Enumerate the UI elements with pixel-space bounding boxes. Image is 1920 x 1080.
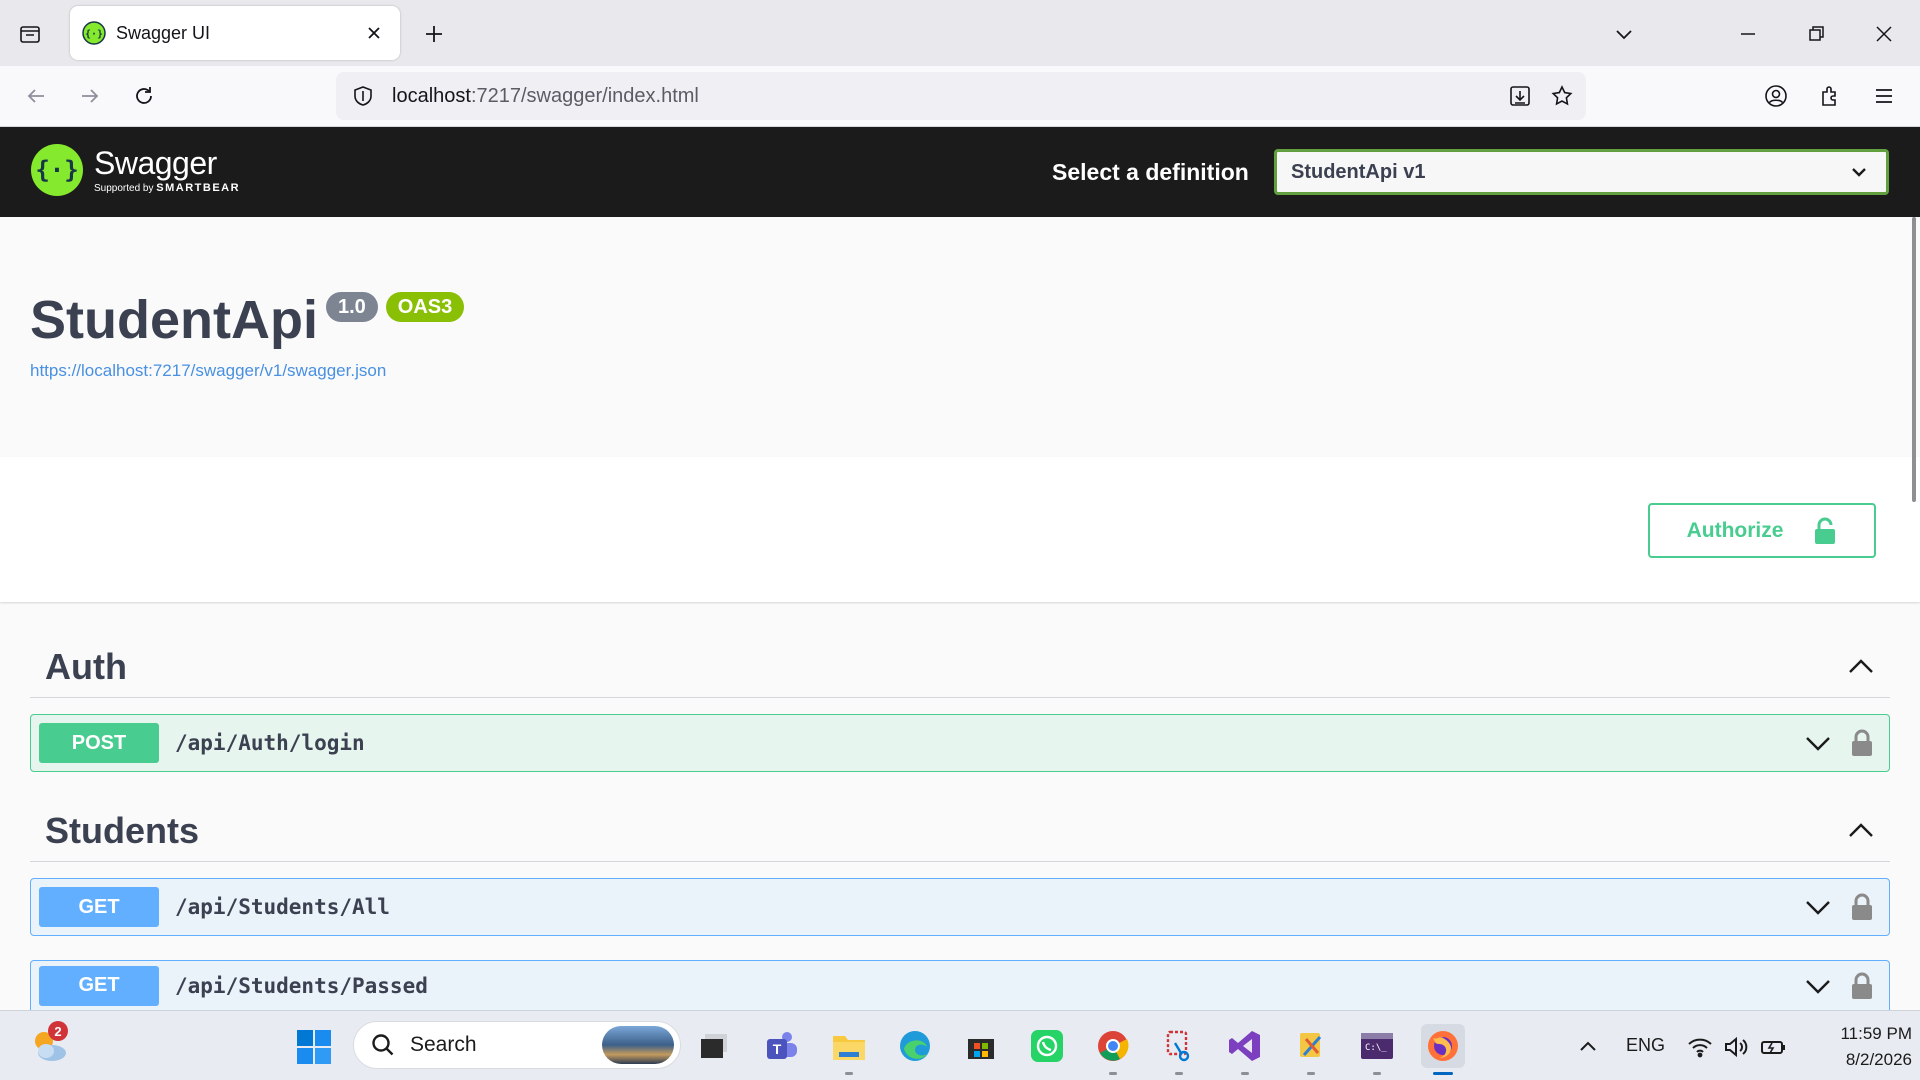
back-icon[interactable] <box>18 78 54 114</box>
tab-title: Swagger UI <box>116 22 211 43</box>
notification-badge: 2 <box>48 1021 68 1041</box>
unlock-icon <box>1815 517 1836 544</box>
api-title: StudentApi <box>30 290 318 350</box>
svg-text:C:\_: C:\_ <box>1365 1043 1387 1053</box>
operation-path: /api/Students/Passed <box>175 973 428 998</box>
paint-tool-icon[interactable] <box>1289 1024 1333 1075</box>
volume-icon[interactable] <box>1722 1033 1750 1061</box>
task-view-icon[interactable] <box>692 1024 736 1068</box>
definition-label: Select a definition <box>1052 159 1249 185</box>
tab-list-icon[interactable] <box>14 18 46 50</box>
visual-studio-icon[interactable] <box>1223 1024 1267 1075</box>
tag-name: Students <box>45 809 200 851</box>
method-badge: POST <box>39 723 159 763</box>
tag-name: Auth <box>45 645 127 687</box>
terminal-icon[interactable]: C:\_ <box>1355 1024 1399 1075</box>
browser-tab-swagger[interactable]: {·} Swagger UI <box>70 6 400 60</box>
reload-icon[interactable] <box>126 78 162 114</box>
tab-overflow-chevron-icon[interactable] <box>1608 18 1640 50</box>
svg-text:{·}: {·} <box>85 29 103 40</box>
tag-header-students[interactable]: Students <box>30 800 1890 862</box>
browser-nav-bar: localhost:7217/swagger/index.html <box>0 66 1920 127</box>
smartbear-brand: SMARTBEAR <box>156 182 241 194</box>
tracking-shield-icon[interactable] <box>348 81 378 111</box>
account-icon[interactable] <box>1758 78 1794 114</box>
swagger-logo-supported: Supported by <box>94 183 154 194</box>
page-scrollbar[interactable] <box>1912 217 1916 502</box>
taskbar-clock[interactable]: 11:59 PM 8/2/2026 <box>1812 1021 1912 1073</box>
swagger-logo[interactable]: {·} Swagger Supported by SMARTBEAR <box>30 143 240 197</box>
firefox-icon[interactable] <box>1421 1024 1465 1075</box>
opblock-post-auth-login[interactable]: POST /api/Auth/login <box>30 714 1890 772</box>
tag-header-auth[interactable]: Auth <box>30 636 1890 698</box>
search-label: Search <box>410 1033 477 1056</box>
chevron-down-icon[interactable] <box>1801 969 1835 1003</box>
opblock-get-students-all[interactable]: GET /api/Students/All <box>30 878 1890 936</box>
method-badge: GET <box>39 965 159 1006</box>
teams-icon[interactable]: T <box>760 1024 804 1068</box>
extensions-icon[interactable] <box>1812 78 1848 114</box>
save-page-icon[interactable] <box>1502 78 1538 114</box>
spec-url-link[interactable]: https://localhost:7217/swagger/v1/swagge… <box>30 361 386 381</box>
swagger-logo-name: Swagger <box>94 145 217 181</box>
scheme-container: Authorize <box>0 457 1920 602</box>
definition-selected-value: StudentApi v1 <box>1291 160 1426 183</box>
swagger-topbar: {·} Swagger Supported by SMARTBEAR Selec… <box>0 127 1920 217</box>
url-text[interactable]: localhost:7217/swagger/index.html <box>392 85 1502 108</box>
lock-icon[interactable] <box>1845 969 1879 1003</box>
operation-path: /api/Students/All <box>175 895 390 919</box>
chrome-icon[interactable] <box>1091 1024 1135 1075</box>
wifi-icon[interactable] <box>1686 1033 1714 1061</box>
address-bar[interactable]: localhost:7217/swagger/index.html <box>336 72 1586 120</box>
chevron-down-icon[interactable] <box>1801 726 1835 760</box>
restore-icon[interactable] <box>1796 14 1836 54</box>
svg-text:T: T <box>773 1041 782 1057</box>
input-language[interactable]: ENG <box>1626 1035 1665 1056</box>
chevron-up-icon <box>1849 822 1873 837</box>
tab-close-icon[interactable] <box>362 21 386 45</box>
close-window-icon[interactable] <box>1864 14 1904 54</box>
menu-icon[interactable] <box>1866 78 1902 114</box>
snipping-tool-icon[interactable] <box>1157 1024 1201 1075</box>
chevron-up-icon <box>1849 658 1873 673</box>
version-badge: 1.0 <box>325 292 378 322</box>
lock-icon[interactable] <box>1845 726 1879 760</box>
browser-tab-bar: {·} Swagger UI <box>0 0 1920 66</box>
battery-charging-icon[interactable] <box>1760 1033 1788 1061</box>
new-tab-icon[interactable] <box>418 18 450 50</box>
operation-path: /api/Auth/login <box>175 731 365 755</box>
show-hidden-icons-chevron-icon[interactable] <box>1574 1033 1602 1061</box>
file-explorer-icon[interactable] <box>827 1024 871 1075</box>
clock-time: 11:59 PM <box>1840 1024 1912 1043</box>
chevron-down-icon[interactable] <box>1801 890 1835 924</box>
clock-date: 8/2/2026 <box>1845 1050 1912 1069</box>
search-icon <box>372 1034 394 1056</box>
whatsapp-icon[interactable] <box>1025 1024 1069 1068</box>
taskbar-search[interactable]: Search <box>353 1021 681 1069</box>
microsoft-store-icon[interactable] <box>959 1024 1003 1068</box>
method-badge: GET <box>39 887 159 927</box>
search-highlight-image <box>602 1026 674 1064</box>
definition-select[interactable]: StudentApi v1 <box>1274 149 1889 195</box>
chevron-down-icon <box>1852 168 1866 177</box>
windows-start-icon[interactable] <box>296 1029 332 1065</box>
minimize-icon[interactable] <box>1728 14 1768 54</box>
api-info-section: StudentApi 1.0 OAS3 https://localhost:72… <box>0 217 1920 457</box>
opblock-get-students-passed[interactable]: GET /api/Students/Passed <box>30 960 1890 1010</box>
windows-taskbar: 2 Search T C:\_ ENG 11:59 PM 8/2/2026 <box>0 1010 1920 1080</box>
lock-icon[interactable] <box>1845 890 1879 924</box>
swagger-favicon-icon: {·} <box>82 21 106 45</box>
authorize-button[interactable]: Authorize <box>1648 503 1876 558</box>
svg-text:{·}: {·} <box>35 156 78 184</box>
oas-badge: OAS3 <box>385 292 465 322</box>
swagger-logo-icon: {·} <box>31 144 83 196</box>
forward-icon[interactable] <box>72 78 108 114</box>
edge-icon[interactable] <box>893 1024 937 1068</box>
authorize-label: Authorize <box>1686 518 1784 542</box>
bookmark-star-icon[interactable] <box>1544 78 1580 114</box>
